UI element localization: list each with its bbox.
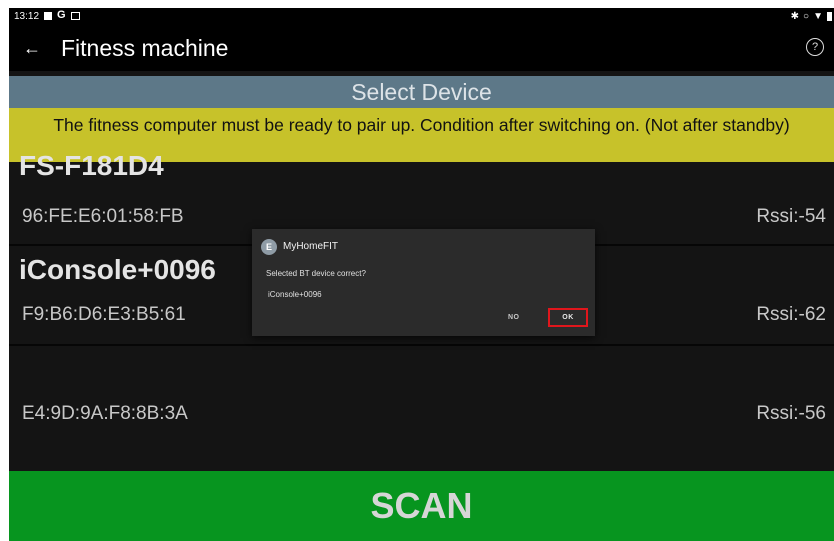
scan-button[interactable]: SCAN [9,471,834,541]
device-mac: 96:FE:E6:01:58:FB [22,206,184,227]
app-logo-icon: E [261,239,277,255]
dialog-message: Selected BT device correct? [266,269,366,278]
app-screen: 13:12 G ✱ ○ ▼ ← Fitness machine ? Select… [9,8,834,541]
select-device-header: Select Device [9,76,834,108]
help-circle-icon[interactable]: ? [806,38,824,56]
no-button[interactable]: NO [508,314,520,321]
arrow-left-icon[interactable]: ← [23,39,41,57]
battery-icon [827,12,832,21]
device-rssi: Rssi:-56 [756,403,826,424]
notification-square-icon [44,11,52,20]
wifi-icon: ▼ [813,11,823,22]
device-list-item[interactable]: E4:9D:9A:F8:8B:3A Rssi:-56 [9,346,834,452]
device-name: iConsole+0096 [19,254,216,285]
device-name: FS-F181D4 [19,150,164,181]
status-bar: 13:12 G ✱ ○ ▼ [9,8,834,27]
sync-icon: ○ [803,11,810,22]
app-bar: ← Fitness machine ? [9,27,834,71]
screen-icon [70,11,80,20]
device-rssi: Rssi:-62 [756,304,826,325]
ok-button[interactable]: OK [548,308,588,327]
device-mac: F9:B6:D6:E3:B5:61 [22,304,186,325]
dialog-title: MyHomeFIT [283,241,338,252]
confirm-device-dialog: E MyHomeFIT Selected BT device correct? … [252,229,595,336]
device-rssi: Rssi:-54 [756,206,826,227]
device-mac: E4:9D:9A:F8:8B:3A [22,403,188,424]
status-time: 13:12 [14,11,40,22]
bluetooth-icon: ✱ [790,11,800,22]
google-g-icon: G [57,9,66,21]
dialog-device-name: iConsole+0096 [268,290,322,299]
app-title: Fitness machine [61,35,229,61]
